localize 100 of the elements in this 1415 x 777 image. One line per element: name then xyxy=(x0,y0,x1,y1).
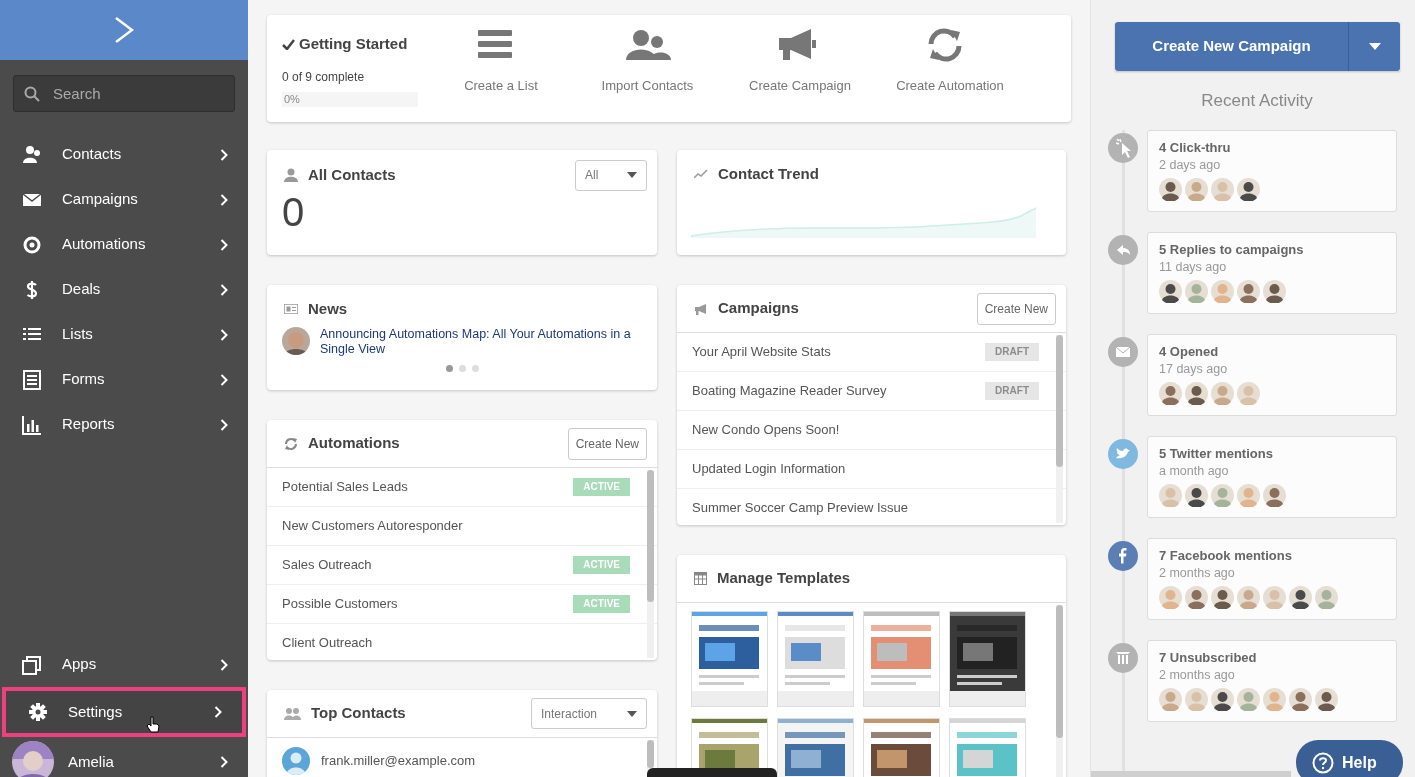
activity-title: 5 Twitter mentions xyxy=(1159,445,1274,462)
card-title: Manage Templates xyxy=(717,568,852,589)
step-link[interactable]: Create Automation xyxy=(875,28,1025,96)
bar-chart-icon xyxy=(22,414,42,435)
refresh-icon xyxy=(284,436,298,451)
scrollbar-thumb[interactable] xyxy=(1056,335,1063,467)
people-icon xyxy=(284,707,301,720)
trend-icon xyxy=(694,169,708,179)
activity-time: 2 months ago xyxy=(1159,564,1236,582)
step-link[interactable]: Import Contacts xyxy=(570,28,725,96)
dropdown-toggle[interactable] xyxy=(1348,22,1400,71)
user-menu[interactable]: Amelia xyxy=(0,737,248,777)
create-new-button[interactable]: Create New xyxy=(567,427,647,460)
caret-icon xyxy=(627,172,637,178)
activity-time: 11 days ago xyxy=(1159,258,1228,276)
cursor-click-icon xyxy=(1115,137,1131,158)
create-campaign-button[interactable]: Create New Campaign xyxy=(1115,22,1348,71)
nav-item[interactable]: Automations xyxy=(0,222,248,267)
activity-time: a month ago xyxy=(1159,462,1230,480)
activity-title: 4 Click-thru xyxy=(1159,139,1232,156)
chevron-right-icon xyxy=(220,658,228,671)
card-title: Automations xyxy=(308,433,401,454)
row-label[interactable]: Summer Soccer Camp Preview Issue xyxy=(692,498,908,518)
activity-time: 17 days ago xyxy=(1159,360,1229,378)
scrollbar-thumb[interactable] xyxy=(1056,605,1063,738)
status-badge: ACTIVE xyxy=(573,556,630,574)
chevron-right-icon xyxy=(220,238,228,251)
row-label[interactable]: Possible Customers xyxy=(282,594,398,614)
row-label[interactable]: New Condo Opens Soon! xyxy=(692,420,840,440)
row-label[interactable]: Boating Magazine Reader Survey xyxy=(692,381,887,401)
contacts-icon xyxy=(22,144,42,165)
reply-icon xyxy=(1116,244,1130,255)
news-headline-link[interactable]: Announcing Automations Map: All Your Automations in a Single View xyxy=(320,327,645,357)
card-title: All Contacts xyxy=(308,164,397,185)
nav-item[interactable]: Campaigns xyxy=(0,177,248,222)
facebook-icon xyxy=(1119,547,1127,564)
search-field[interactable]: Search xyxy=(13,75,235,112)
nav-item[interactable]: Contacts xyxy=(0,132,248,177)
envelope-icon xyxy=(1116,346,1130,357)
chevron-right-icon xyxy=(220,148,228,161)
help-button[interactable]: Help xyxy=(1296,740,1403,777)
card-title: Getting Started xyxy=(299,34,408,54)
row-label[interactable]: Sales Outreach xyxy=(282,555,372,575)
caret-icon xyxy=(627,710,637,717)
activity-time: 2 days ago xyxy=(1159,156,1222,174)
help-icon xyxy=(1312,751,1334,774)
table-icon xyxy=(694,572,707,585)
status-badge: DRAFT xyxy=(985,382,1039,400)
step-link[interactable]: Create Campaign xyxy=(725,28,875,96)
user-avatar-icon xyxy=(282,747,310,775)
create-new-button[interactable]: Create New xyxy=(976,292,1056,325)
progress-label: 0% xyxy=(284,91,300,107)
row-label[interactable]: New Customers Autoresponder xyxy=(282,516,463,536)
horizontal-scrollbar[interactable] xyxy=(1091,771,1291,777)
checkmark-icon xyxy=(282,38,295,50)
status-badge: ACTIVE xyxy=(573,595,630,613)
chevron-right-icon xyxy=(220,373,228,386)
nav-item[interactable]: Settings xyxy=(2,687,246,737)
nav-item[interactable]: Reports xyxy=(0,402,248,447)
chevron-right-icon xyxy=(220,418,228,431)
row-label[interactable]: Client Outreach xyxy=(282,633,373,653)
filter-dropdown[interactable]: All xyxy=(575,159,647,191)
megaphone-icon xyxy=(694,302,708,315)
person-icon xyxy=(284,168,298,182)
chevron-right-icon xyxy=(214,706,222,718)
status-badge: ACTIVE xyxy=(573,478,630,496)
filter-dropdown[interactable]: Interaction xyxy=(531,698,647,729)
nav-item[interactable]: Deals xyxy=(0,267,248,312)
status-badge: DRAFT xyxy=(985,343,1039,361)
row-label[interactable]: Updated Login Information xyxy=(692,459,846,479)
progress-text: 0 of 9 complete xyxy=(282,68,366,86)
chevron-right-icon xyxy=(220,193,228,206)
contact-email[interactable]: frank.miller@example.com xyxy=(321,751,476,771)
nav-item[interactable]: Forms xyxy=(0,357,248,402)
scrollbar-thumb[interactable] xyxy=(647,740,654,768)
card-title: News xyxy=(308,298,349,319)
trash-can-icon xyxy=(1116,651,1130,664)
windows-icon xyxy=(22,654,42,675)
bird-icon xyxy=(1116,448,1130,459)
row-label[interactable]: Potential Sales Leads xyxy=(282,477,408,497)
row-label[interactable]: Your April Website Stats xyxy=(692,342,831,362)
activity-title: 5 Replies to campaigns xyxy=(1159,241,1305,258)
activity-title: 7 Facebook mentions xyxy=(1159,547,1293,564)
scrollbar-thumb[interactable] xyxy=(647,470,654,602)
card-title: Top Contacts xyxy=(311,703,407,724)
activity-title: 7 Unsubscribed xyxy=(1159,649,1258,666)
section-heading: Recent Activity xyxy=(1200,90,1314,112)
newspaper-icon xyxy=(284,304,298,314)
nav-item[interactable]: Lists xyxy=(0,312,248,357)
pointer-cursor-icon xyxy=(146,716,160,734)
activity-time: 2 months ago xyxy=(1159,666,1236,684)
activity-title: 4 Opened xyxy=(1159,343,1220,360)
step-link[interactable]: Create a List xyxy=(432,28,570,96)
chevron-right-icon xyxy=(220,756,228,768)
chevron-right-icon xyxy=(220,283,228,296)
nav-item[interactable]: Apps xyxy=(0,642,248,687)
people-icon xyxy=(624,28,671,62)
settings-icon xyxy=(28,702,48,722)
card-title: Contact Trend xyxy=(718,163,820,184)
contact-count: 0 xyxy=(281,192,306,232)
